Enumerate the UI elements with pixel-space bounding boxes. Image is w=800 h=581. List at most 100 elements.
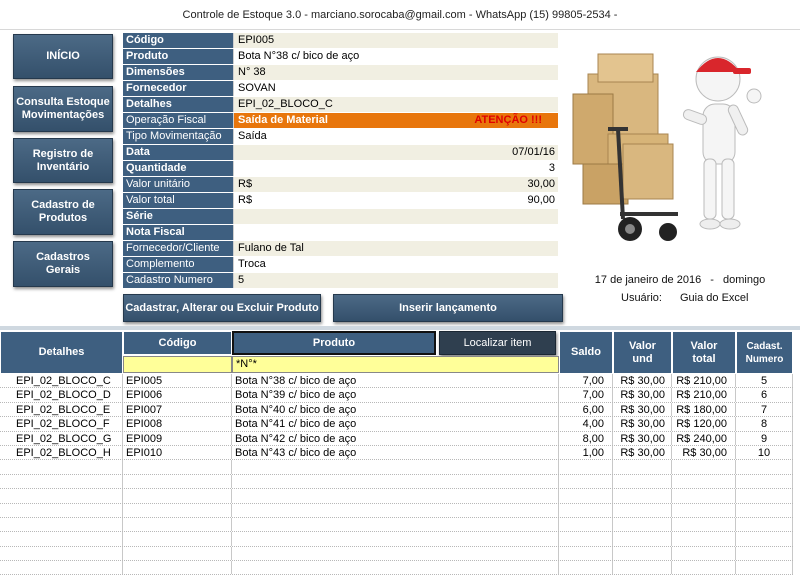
fornecedor-field[interactable]: SOVAN	[233, 81, 558, 96]
table-row[interactable]: EPI_02_BLOCO_H EPI010 Bota N°43 c/ bico de…	[0, 445, 793, 461]
col-valor-und-header[interactable]: Valor und	[613, 331, 672, 374]
cell-detalhes	[0, 532, 123, 546]
current-weekday: domingo	[723, 274, 766, 286]
cell-detalhes: EPI_02_BLOCO_F	[0, 417, 123, 431]
table-row[interactable]: EPI_02_BLOCO_C EPI005 Bota N°38 c/ bico de…	[0, 374, 793, 389]
cadastro-numero-field[interactable]: 5	[233, 273, 558, 288]
cell-codigo	[123, 532, 232, 546]
table-row[interactable]	[0, 546, 793, 562]
cell-produto: Bota N°43 c/ bico de aço	[232, 445, 559, 460]
data-field[interactable]: 07/01/16	[233, 145, 558, 160]
registro-label-1: Registro de	[32, 147, 94, 160]
cell-produto	[232, 546, 559, 561]
cell-saldo: 6,00	[559, 402, 613, 417]
cell-numero	[736, 503, 793, 517]
col-produto-label: Produto	[312, 336, 356, 349]
complemento-field[interactable]: Troca	[233, 257, 558, 272]
nota-fiscal-field[interactable]	[233, 225, 558, 240]
col-valor-total-label-2: total	[692, 352, 716, 365]
codigo-field[interactable]: EPI005	[233, 33, 558, 48]
cell-produto: Bota N°38 c/ bico de aço	[232, 374, 559, 388]
table-row[interactable]	[0, 489, 793, 504]
fornecedor-cliente-label: Fornecedor/Cliente	[123, 241, 233, 256]
consulta-label-2: Movimentações	[21, 109, 105, 121]
cell-produto	[232, 489, 559, 503]
cell-valor-total: R$ 210,00	[672, 374, 736, 388]
localizar-item-button[interactable]: Localizar item	[439, 331, 556, 355]
cell-saldo: 7,00	[559, 374, 613, 388]
fornecedor-cliente-field[interactable]: Fulano de Tal	[233, 241, 558, 256]
col-valor-total-label-1: Valor	[690, 339, 718, 352]
cadgerais-label-1: Cadastros	[36, 251, 90, 263]
cadastro-produtos-button[interactable]: Cadastro de Produtos	[13, 189, 113, 235]
cell-numero	[736, 532, 793, 546]
cell-valor-total	[672, 517, 736, 532]
produto-filter-input[interactable]: *N°*	[232, 356, 559, 373]
col-produto-header[interactable]: Produto	[232, 331, 436, 355]
quantidade-field[interactable]: 3	[233, 161, 558, 176]
table-row[interactable]	[0, 561, 793, 576]
cadastros-gerais-button[interactable]: Cadastros Gerais	[13, 241, 113, 287]
cell-codigo: EPI005	[123, 374, 232, 388]
cadastrar-label: Cadastrar, Alterar ou Excluir Produto	[125, 302, 319, 314]
cell-codigo	[123, 546, 232, 561]
tipo-field[interactable]: Saída	[233, 129, 558, 144]
nota-fiscal-label: Nota Fiscal	[123, 225, 233, 240]
table-row[interactable]: EPI_02_BLOCO_E EPI007 Bota N°40 c/ bico de…	[0, 402, 793, 418]
valor-unitario-field[interactable]: R$ 30,00	[233, 177, 558, 192]
date-separator: -	[710, 274, 714, 286]
complemento-label: Complemento	[123, 257, 233, 272]
inicio-label: INÍCIO	[46, 50, 80, 62]
cell-saldo	[559, 561, 613, 575]
valor-unitario-label: Valor unitário	[123, 177, 233, 192]
cell-saldo	[559, 489, 613, 503]
table-row[interactable]	[0, 503, 793, 518]
cell-saldo	[559, 503, 613, 517]
cell-valor-und: R$ 30,00	[613, 445, 672, 460]
col-saldo-label: Saldo	[571, 346, 601, 358]
consulta-label-1: Consulta Estoque	[16, 96, 110, 108]
cell-valor-und: R$ 30,00	[613, 374, 672, 388]
serie-field[interactable]	[233, 209, 558, 224]
col-codigo-header[interactable]: Código	[123, 331, 232, 355]
operacao-value: Saída de Material	[238, 114, 328, 126]
col-valor-total-header[interactable]: Valor total	[672, 331, 736, 374]
table-row[interactable]	[0, 517, 793, 533]
date-line: 17 de janeiro de 2016 - domingo	[575, 274, 785, 286]
registro-inventario-button[interactable]: Registro de Inventário	[13, 138, 113, 183]
cell-codigo	[123, 517, 232, 532]
cell-numero	[736, 460, 793, 474]
codigo-filter-input[interactable]	[123, 356, 232, 373]
col-saldo-header[interactable]: Saldo	[559, 331, 613, 374]
operacao-field[interactable]: Saída de Material ATENÇÃO !!!	[233, 113, 558, 128]
inserir-lancamento-button[interactable]: Inserir lançamento	[333, 294, 563, 322]
col-cadast-numero-header[interactable]: Cadast. Numero	[736, 331, 793, 374]
produto-field[interactable]: Bota N°38 c/ bico de aço	[233, 49, 558, 64]
dimensoes-field[interactable]: N° 38	[233, 65, 558, 80]
table-row[interactable]: EPI_02_BLOCO_D EPI006 Bota N°39 c/ bico de…	[0, 388, 793, 403]
col-detalhes-header[interactable]: Detalhes	[0, 331, 123, 374]
inicio-button[interactable]: INÍCIO	[13, 34, 113, 79]
table-row[interactable]	[0, 474, 793, 490]
operacao-label: Operação Fiscal	[123, 113, 233, 128]
cell-detalhes: EPI_02_BLOCO_G	[0, 431, 123, 445]
cell-numero	[736, 517, 793, 532]
table-row[interactable]: EPI_02_BLOCO_G EPI009 Bota N°42 c/ bico de…	[0, 431, 793, 446]
cell-numero	[736, 474, 793, 489]
cell-produto	[232, 561, 559, 575]
detalhes-field[interactable]: EPI_02_BLOCO_C	[233, 97, 558, 112]
movement-form: Código EPI005 Produto Bota N°38 c/ bico …	[123, 33, 558, 289]
cell-numero	[736, 561, 793, 575]
table-row[interactable]	[0, 460, 793, 475]
cell-codigo	[123, 561, 232, 575]
cell-numero: 9	[736, 431, 793, 445]
cell-detalhes	[0, 546, 123, 561]
consulta-estoque-button[interactable]: Consulta Estoque Movimentações	[13, 86, 113, 132]
cadastrar-produto-button[interactable]: Cadastrar, Alterar ou Excluir Produto	[123, 294, 321, 322]
table-row[interactable]: EPI_02_BLOCO_F EPI008 Bota N°41 c/ bico de…	[0, 417, 793, 432]
window-title: Controle de Estoque 3.0 - marciano.soroc…	[0, 0, 800, 30]
table-row[interactable]	[0, 532, 793, 547]
valor-total-field[interactable]: R$ 90,00	[233, 193, 558, 208]
cell-valor-total	[672, 503, 736, 517]
cell-produto	[232, 503, 559, 517]
